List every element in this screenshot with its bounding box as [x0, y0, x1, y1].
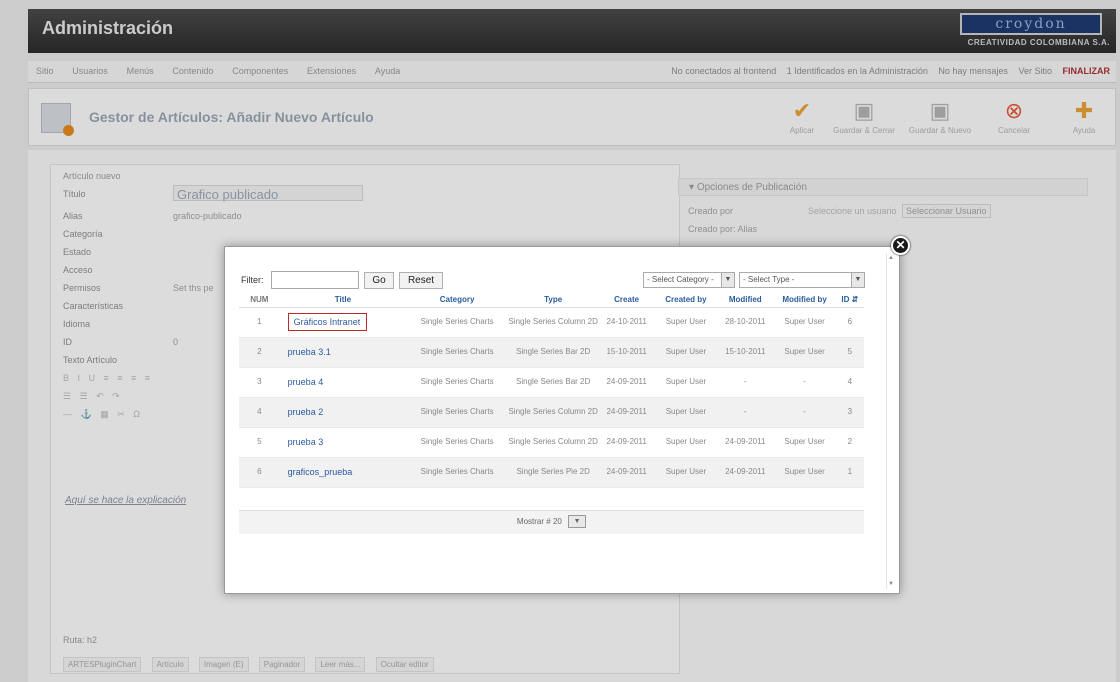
row-id: 4 — [835, 367, 864, 398]
row-id: 5 — [835, 337, 864, 368]
row-category: Single Series Charts — [406, 337, 508, 368]
col-category[interactable]: Category — [406, 293, 508, 308]
table-row[interactable]: 1 Gráficos Intranet Single Series Charts… — [239, 307, 864, 338]
page-size-select[interactable]: ▼ — [568, 515, 587, 529]
col-id[interactable]: ID ⇵ — [835, 293, 864, 308]
table-row[interactable]: 5 prueba 3 Single Series Charts Single S… — [239, 427, 864, 458]
row-create: 15-10-2011 — [598, 337, 655, 368]
row-num: 6 — [239, 457, 280, 488]
row-modified: 28-10-2011 — [717, 307, 774, 338]
sort-icon: ⇵ — [849, 295, 859, 305]
row-type: Single Series Column 2D — [507, 397, 599, 428]
pager-value: 20 — [552, 517, 562, 526]
row-title-link[interactable]: prueba 2 — [279, 397, 407, 428]
filter-input[interactable] — [271, 271, 359, 289]
row-type: Single Series Bar 2D — [507, 367, 599, 398]
col-type[interactable]: Type — [507, 293, 599, 308]
filter-label: Filter: — [241, 275, 264, 285]
scroll-up-icon[interactable]: ▲ — [888, 255, 894, 261]
pagination-bar: Mostrar # 20 ▼ — [239, 510, 864, 534]
row-created-by: Super User — [654, 367, 718, 398]
chart-select-modal: Filter: Go Reset - Select Category - ▼ -… — [224, 246, 900, 594]
row-modified: 24-09-2011 — [717, 427, 774, 458]
row-created-by: Super User — [654, 397, 718, 428]
row-category: Single Series Charts — [406, 397, 508, 428]
row-modified-by: Super User — [773, 457, 836, 488]
chevron-down-icon: ▼ — [721, 273, 734, 287]
row-category: Single Series Charts — [406, 427, 508, 458]
row-category: Single Series Charts — [406, 457, 508, 488]
table-row[interactable]: 3 prueba 4 Single Series Charts Single S… — [239, 367, 864, 398]
row-create: 24-09-2011 — [598, 397, 655, 428]
row-type: Single Series Column 2D — [507, 427, 599, 458]
filter-bar: Filter: Go Reset - Select Category - ▼ -… — [241, 271, 866, 291]
type-select[interactable]: - Select Type - ▼ — [739, 272, 865, 288]
row-id: 2 — [835, 427, 864, 458]
row-title-link[interactable]: graficos_prueba — [279, 457, 407, 488]
row-title-link[interactable]: prueba 4 — [279, 367, 407, 398]
row-type: Single Series Bar 2D — [507, 337, 599, 368]
row-type: Single Series Column 2D — [507, 307, 599, 338]
row-num: 2 — [239, 337, 280, 368]
row-modified-by: - — [773, 367, 836, 398]
table-row[interactable]: 2 prueba 3.1 Single Series Charts Single… — [239, 337, 864, 368]
row-title-link[interactable]: prueba 3 — [279, 427, 407, 458]
row-created-by: Super User — [654, 427, 718, 458]
pager-label: Mostrar # — [516, 517, 551, 526]
reset-button[interactable]: Reset — [399, 272, 443, 289]
row-category: Single Series Charts — [406, 367, 508, 398]
row-modified: 15-10-2011 — [717, 337, 774, 368]
row-num: 4 — [239, 397, 280, 428]
row-modified-by: Super User — [773, 427, 836, 458]
table-row[interactable]: 6 graficos_prueba Single Series Charts S… — [239, 457, 864, 488]
col-num[interactable]: NUM — [239, 293, 280, 308]
row-created-by: Super User — [654, 457, 718, 488]
row-title-link-highlighted[interactable]: Gráficos Intranet — [287, 313, 368, 331]
col-create[interactable]: Create — [598, 293, 655, 308]
modal-scrollbar[interactable]: ▲ ▼ — [886, 253, 896, 589]
row-modified: - — [717, 397, 774, 428]
row-title-cell: Gráficos Intranet — [279, 307, 407, 338]
row-id: 3 — [835, 397, 864, 428]
col-created-by[interactable]: Created by — [654, 293, 718, 308]
row-created-by: Super User — [654, 307, 718, 338]
row-num: 5 — [239, 427, 280, 458]
row-modified: 24-09-2011 — [717, 457, 774, 488]
row-type: Single Series Pie 2D — [507, 457, 599, 488]
row-created-by: Super User — [654, 337, 718, 368]
row-id: 1 — [835, 457, 864, 488]
col-modified-by[interactable]: Modified by — [773, 293, 836, 308]
row-num: 1 — [239, 307, 280, 338]
row-create: 24-10-2011 — [598, 307, 655, 338]
row-create: 24-09-2011 — [598, 367, 655, 398]
category-select-value: - Select Category - — [647, 275, 714, 284]
chevron-down-icon: ▼ — [851, 273, 864, 287]
row-modified-by: Super User — [773, 307, 836, 338]
row-num: 3 — [239, 367, 280, 398]
row-modified: - — [717, 367, 774, 398]
col-title[interactable]: Title — [279, 293, 407, 308]
row-category: Single Series Charts — [406, 307, 508, 338]
row-title-link[interactable]: prueba 3.1 — [279, 337, 407, 368]
col-modified[interactable]: Modified — [717, 293, 774, 308]
type-select-value: - Select Type - — [743, 275, 795, 284]
table-header-row: NUM Title Category Type Create Created b… — [239, 293, 864, 308]
charts-table: NUM Title Category Type Create Created b… — [239, 293, 864, 488]
row-create: 24-09-2011 — [598, 457, 655, 488]
row-modified-by: - — [773, 397, 836, 428]
row-create: 24-09-2011 — [598, 427, 655, 458]
row-modified-by: Super User — [773, 337, 836, 368]
row-id: 6 — [835, 307, 864, 338]
close-icon[interactable]: ✕ — [891, 236, 910, 255]
scroll-down-icon[interactable]: ▼ — [888, 581, 894, 587]
category-select[interactable]: - Select Category - ▼ — [643, 272, 735, 288]
go-button[interactable]: Go — [364, 272, 394, 289]
table-row[interactable]: 4 prueba 2 Single Series Charts Single S… — [239, 397, 864, 428]
